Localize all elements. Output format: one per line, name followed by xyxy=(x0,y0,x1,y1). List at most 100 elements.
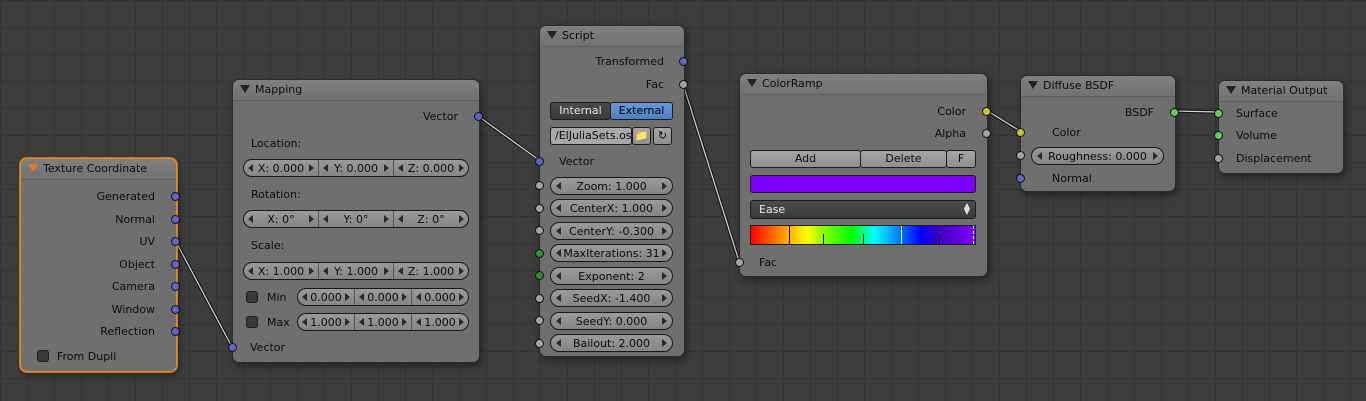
color-stop-marker[interactable] xyxy=(939,234,940,244)
collapse-triangle-icon[interactable] xyxy=(1226,86,1236,94)
socket-centerx[interactable] xyxy=(535,204,544,213)
collapse-triangle-icon[interactable] xyxy=(747,79,757,87)
max-x-field[interactable]: 1.000 xyxy=(298,314,354,330)
location-z-field[interactable]: Z: 0.000 xyxy=(393,160,468,176)
socket-color-in[interactable] xyxy=(1016,128,1025,137)
active-stop-color-swatch[interactable] xyxy=(750,175,976,193)
node-header[interactable]: Diffuse BSDF xyxy=(1021,76,1175,97)
socket-bailout[interactable] xyxy=(535,339,544,348)
node-header[interactable]: ColorRamp xyxy=(740,74,987,95)
socket-displacement[interactable] xyxy=(1214,154,1223,163)
color-stop-marker[interactable] xyxy=(823,234,824,244)
maxiterations-field[interactable]: MaxIterations: 31 xyxy=(550,244,673,262)
centery-field[interactable]: CenterY: -0.300 xyxy=(550,222,673,240)
socket-fac-in[interactable] xyxy=(735,258,744,267)
color-stop-marker[interactable] xyxy=(901,226,902,244)
socket-seedy[interactable] xyxy=(535,316,544,325)
reload-icon[interactable]: ↻ xyxy=(653,127,672,145)
socket-normal[interactable] xyxy=(171,215,180,224)
socket-window[interactable] xyxy=(171,305,180,314)
socket-centery[interactable] xyxy=(535,226,544,235)
flip-ramp-button[interactable]: F xyxy=(946,150,976,168)
socket-roughness[interactable] xyxy=(1016,151,1025,160)
min-x-field[interactable]: 0.000 xyxy=(298,289,354,305)
rotation-z-field[interactable]: Z: 0° xyxy=(393,211,468,227)
zoom-field[interactable]: Zoom: 1.000 xyxy=(550,177,673,195)
material-output-node[interactable]: Material Output Surface Volume Displacem… xyxy=(1214,80,1344,174)
bailout-field[interactable]: Bailout: 2.000 xyxy=(550,334,673,352)
scale-vector-field[interactable]: X: 1.000 Y: 1.000 Z: 1.000 xyxy=(243,262,469,280)
min-checkbox[interactable] xyxy=(246,291,258,303)
link-mapping-to-script[interactable] xyxy=(476,114,541,162)
socket-generated[interactable] xyxy=(171,192,180,201)
node-header[interactable]: Material Output xyxy=(1219,81,1343,102)
max-checkbox[interactable] xyxy=(246,316,258,328)
rotation-x-field[interactable]: X: 0° xyxy=(244,211,318,227)
node-header[interactable]: Script xyxy=(540,26,684,47)
open-file-icon[interactable]: 📁 xyxy=(632,127,651,145)
rotation-vector-field[interactable]: X: 0° Y: 0° Z: 0° xyxy=(243,210,469,228)
min-y-field[interactable]: 0.000 xyxy=(354,289,411,305)
socket-zoom[interactable] xyxy=(535,181,544,190)
delete-stop-button[interactable]: Delete xyxy=(860,150,947,168)
socket-object[interactable] xyxy=(171,260,180,269)
socket-volume[interactable] xyxy=(1214,131,1223,140)
socket-transformed[interactable] xyxy=(679,57,688,66)
location-x-field[interactable]: X: 0.000 xyxy=(244,160,318,176)
scale-x-field[interactable]: X: 1.000 xyxy=(244,263,318,279)
max-vector-field[interactable]: 1.000 1.000 1.000 xyxy=(297,313,469,331)
socket-seedx[interactable] xyxy=(535,294,544,303)
seedy-field[interactable]: SeedY: 0.000 xyxy=(550,312,673,330)
socket-camera[interactable] xyxy=(171,282,180,291)
max-z-field[interactable]: 1.000 xyxy=(411,314,468,330)
mapping-node[interactable]: Mapping Vector Location: X: 0.000 Y: 0.0… xyxy=(228,79,483,363)
collapse-triangle-icon[interactable] xyxy=(28,164,38,172)
socket-vector-in[interactable] xyxy=(535,157,544,166)
socket-maxiterations[interactable] xyxy=(535,249,544,258)
socket-bsdf-out[interactable] xyxy=(1170,108,1179,117)
link-diffuse-to-output[interactable] xyxy=(1173,109,1219,114)
script-filepath-field[interactable]: /ElJuliaSets.osl xyxy=(550,127,632,145)
interpolation-dropdown[interactable]: Ease ▲ ▼ xyxy=(750,200,976,219)
colorramp-node[interactable]: ColorRamp Color Alpha Add Delete F Ease … xyxy=(735,73,991,277)
from-dupli-checkbox[interactable] xyxy=(37,350,49,362)
add-stop-button[interactable]: Add xyxy=(750,150,861,168)
scale-z-field[interactable]: Z: 1.000 xyxy=(393,263,468,279)
min-z-field[interactable]: 0.000 xyxy=(411,289,468,305)
collapse-triangle-icon[interactable] xyxy=(547,31,557,39)
texture-coordinate-node[interactable]: Texture Coordinate Generated Normal UV O… xyxy=(20,158,180,372)
color-stop-marker[interactable] xyxy=(789,226,790,244)
link-colorramp-to-diffuse[interactable] xyxy=(985,108,1021,133)
socket-vector-in[interactable] xyxy=(228,343,237,352)
roughness-field[interactable]: Roughness: 0.000 xyxy=(1031,147,1164,165)
socket-alpha-out[interactable] xyxy=(982,129,991,138)
collapse-triangle-icon[interactable] xyxy=(1028,81,1038,89)
link-script-fac-to-colorramp[interactable] xyxy=(681,83,741,262)
exponent-field[interactable]: Exponent: 2 xyxy=(550,267,673,285)
centerx-field[interactable]: CenterX: 1.000 xyxy=(550,199,673,217)
color-stop-marker[interactable] xyxy=(863,234,864,244)
collapse-triangle-icon[interactable] xyxy=(240,85,250,93)
socket-fac-out[interactable] xyxy=(679,80,688,89)
mode-internal-button[interactable]: Internal xyxy=(550,102,611,120)
socket-normal-in[interactable] xyxy=(1016,174,1025,183)
socket-color-out[interactable] xyxy=(982,107,991,116)
diffuse-bsdf-node[interactable]: Diffuse BSDF BSDF Color Roughness: 0.000… xyxy=(1016,75,1179,192)
mode-external-button[interactable]: External xyxy=(610,102,673,120)
socket-exponent[interactable] xyxy=(535,271,544,280)
node-header[interactable]: Texture Coordinate xyxy=(21,159,176,180)
seedx-field[interactable]: SeedX: -1.400 xyxy=(550,289,673,307)
node-header[interactable]: Mapping xyxy=(233,80,479,101)
rotation-y-field[interactable]: Y: 0° xyxy=(318,211,393,227)
link-uv-to-mapping[interactable] xyxy=(173,239,234,348)
max-y-field[interactable]: 1.000 xyxy=(354,314,411,330)
location-y-field[interactable]: Y: 0.000 xyxy=(318,160,393,176)
scale-y-field[interactable]: Y: 1.000 xyxy=(318,263,393,279)
script-node[interactable]: Script Transformed Fac Internal External… xyxy=(535,25,688,357)
socket-uv[interactable] xyxy=(171,237,180,246)
socket-reflection[interactable] xyxy=(171,327,180,336)
min-vector-field[interactable]: 0.000 0.000 0.000 xyxy=(297,288,469,306)
location-vector-field[interactable]: X: 0.000 Y: 0.000 Z: 0.000 xyxy=(243,159,469,177)
color-stop-marker-active[interactable] xyxy=(973,226,974,244)
socket-surface[interactable] xyxy=(1214,109,1223,118)
